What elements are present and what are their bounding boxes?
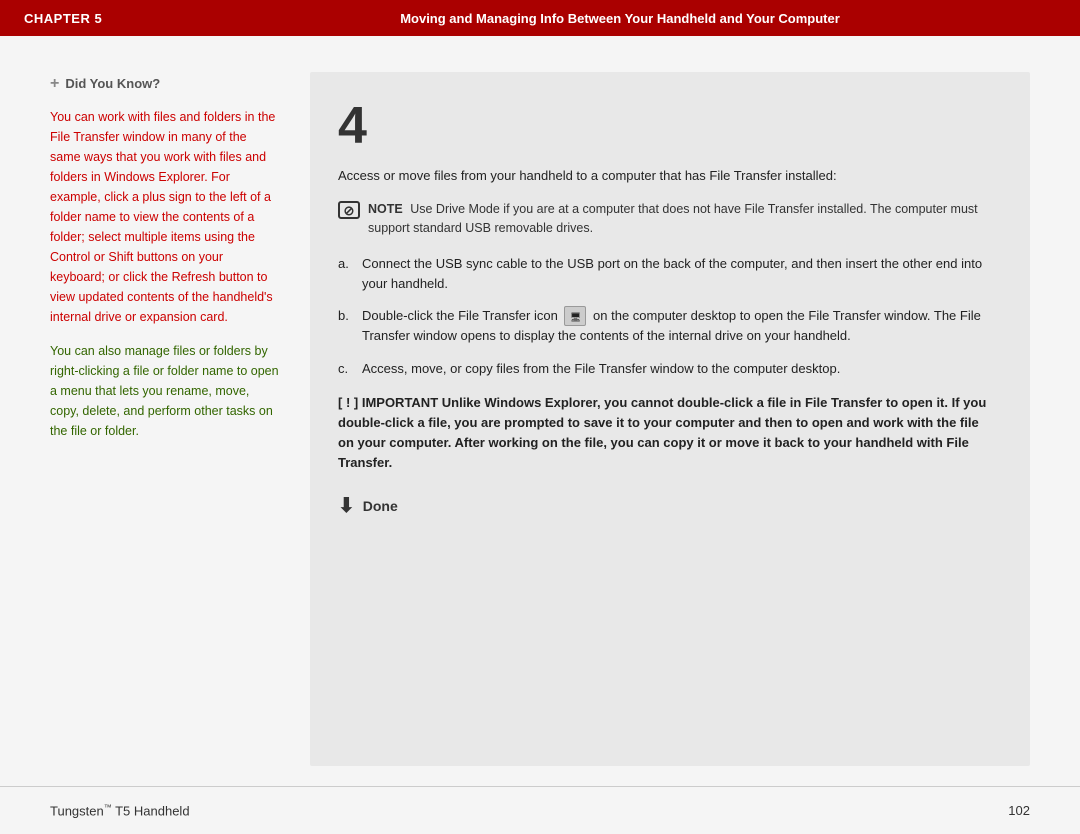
step-number: 4 xyxy=(338,100,998,152)
note-icon xyxy=(338,201,360,219)
sub-step-c-label: c. xyxy=(338,359,354,379)
done-arrow-icon: ⬇ xyxy=(338,493,355,518)
note-label: NOTE xyxy=(368,202,403,216)
main-content-box: 4 Access or move files from your handhel… xyxy=(310,72,1030,766)
sidebar-text-2: You can also manage files or folders by … xyxy=(50,341,280,441)
file-transfer-icon: 🖥 xyxy=(564,306,586,326)
sub-step-a-text: Connect the USB sync cable to the USB po… xyxy=(362,254,998,294)
sidebar: + Did You Know? You can work with files … xyxy=(50,72,280,766)
sub-step-b-text: Double-click the File Transfer icon 🖥 on… xyxy=(362,306,998,347)
did-you-know-header: + Did You Know? xyxy=(50,72,280,97)
sub-step-b-label: b. xyxy=(338,306,354,326)
sub-step-c: c. Access, move, or copy files from the … xyxy=(338,359,998,379)
trademark-symbol: ™ xyxy=(104,803,112,812)
note-text: Use Drive Mode if you are at a computer … xyxy=(368,202,978,235)
sub-step-b: b. Double-click the File Transfer icon 🖥… xyxy=(338,306,998,347)
done-label: Done xyxy=(363,498,398,514)
sub-step-a-label: a. xyxy=(338,254,354,274)
note-content: NOTE Use Drive Mode if you are at a comp… xyxy=(368,200,998,238)
sidebar-text-1: You can work with files and folders in t… xyxy=(50,107,280,327)
done-section[interactable]: ⬇ Done xyxy=(338,493,998,518)
sub-step-c-text: Access, move, or copy files from the Fil… xyxy=(362,359,840,379)
step-intro: Access or move files from your handheld … xyxy=(338,166,998,186)
note-block: NOTE Use Drive Mode if you are at a comp… xyxy=(338,200,998,238)
page-footer: Tungsten™ T5 Handheld 102 xyxy=(0,786,1080,834)
important-label: IMPORTANT xyxy=(362,395,442,410)
sub-steps: a. Connect the USB sync cable to the USB… xyxy=(338,254,998,379)
sub-step-a: a. Connect the USB sync cable to the USB… xyxy=(338,254,998,294)
chapter-label: CHAPTER 5 xyxy=(24,11,184,26)
page-body: + Did You Know? You can work with files … xyxy=(0,36,1080,786)
footer-brand: Tungsten™ T5 Handheld xyxy=(50,803,190,818)
footer-page-number: 102 xyxy=(1008,803,1030,818)
chapter-title: Moving and Managing Info Between Your Ha… xyxy=(184,11,1056,26)
important-bracket: [ ! ] xyxy=(338,395,362,410)
plus-icon: + xyxy=(50,72,59,97)
page-header: CHAPTER 5 Moving and Managing Info Betwe… xyxy=(0,0,1080,36)
did-you-know-label: Did You Know? xyxy=(65,74,160,94)
important-block: [ ! ] IMPORTANT Unlike Windows Explorer,… xyxy=(338,393,998,474)
